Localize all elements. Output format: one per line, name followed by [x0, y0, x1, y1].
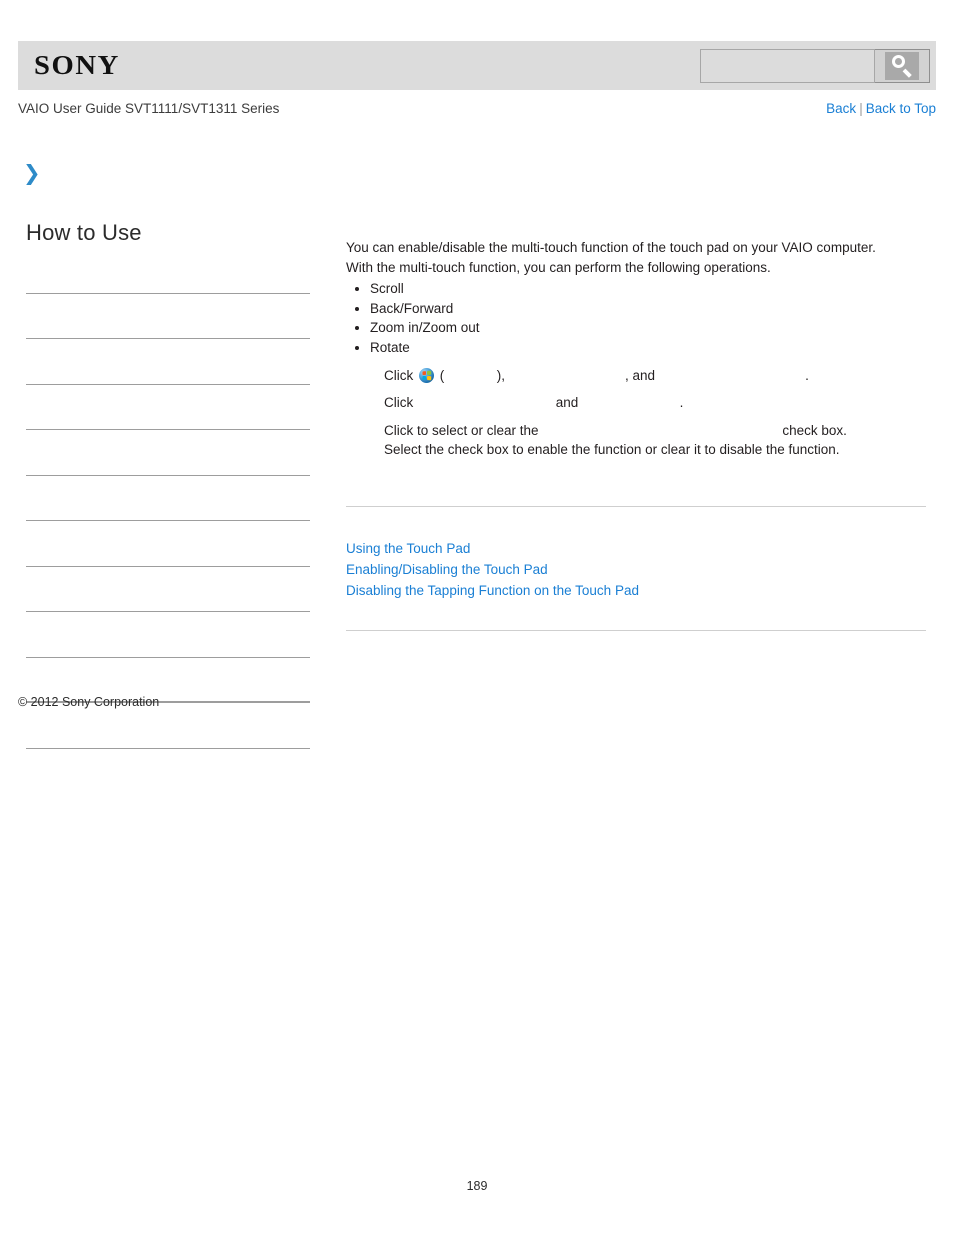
sidebar-item[interactable] — [26, 612, 310, 658]
sony-logo: SONY — [34, 50, 120, 80]
copyright-notice: © 2012 Sony Corporation — [18, 695, 160, 709]
instruction-step-1: Click ( ), , and . — [384, 366, 926, 386]
sidebar-item[interactable] — [26, 567, 310, 612]
list-item: Zoom in/Zoom out — [370, 318, 926, 338]
search-button[interactable] — [875, 49, 930, 83]
sidebar-item[interactable] — [26, 521, 310, 567]
related-links-list: Using the Touch Pad Enabling/Disabling t… — [346, 538, 926, 601]
instruction-step-2: Click and . — [384, 395, 684, 411]
back-to-top-link[interactable]: Back to Top — [866, 101, 936, 116]
main-content: You can enable/disable the multi-touch f… — [346, 238, 926, 631]
sidebar-item[interactable] — [26, 385, 310, 430]
sidebar-item[interactable] — [26, 430, 310, 476]
search-area — [700, 49, 930, 83]
intro-paragraph-line-2: With the multi-touch function, you can p… — [346, 259, 771, 275]
search-input[interactable] — [700, 49, 875, 83]
sidebar-item[interactable] — [26, 703, 310, 749]
related-link-item: Disabling the Tapping Function on the To… — [346, 580, 926, 601]
sidebar-nav-list — [26, 248, 310, 749]
sidebar-item[interactable] — [26, 339, 310, 385]
list-item: Rotate — [370, 338, 926, 358]
related-link[interactable]: Using the Touch Pad — [346, 541, 470, 556]
step-3-line-2: Select the check box to enable the funct… — [384, 442, 840, 458]
instruction-step-3: Click to select or clear the check box. S… — [384, 421, 926, 460]
related-link-item: Using the Touch Pad — [346, 538, 926, 559]
intro-paragraph-line-1: You can enable/disable the multi-touch f… — [346, 240, 876, 255]
list-item: Back/Forward — [370, 299, 926, 319]
nav-separator: | — [859, 101, 863, 116]
content-divider-top — [346, 505, 926, 507]
operations-list: Scroll Back/Forward Zoom in/Zoom out Rot… — [346, 279, 926, 358]
list-item: Scroll — [370, 279, 926, 299]
double-chevron-right-icon[interactable]: ❯ — [23, 163, 41, 184]
related-link[interactable]: Enabling/Disabling the Touch Pad — [346, 562, 548, 577]
step-1-remainder: ( ), , and . — [436, 367, 809, 383]
sidebar-item[interactable] — [26, 294, 310, 339]
sidebar-heading: How to Use — [26, 220, 142, 245]
header-band: SONY — [18, 41, 936, 90]
related-link[interactable]: Disabling the Tapping Function on the To… — [346, 583, 639, 598]
search-icon — [885, 52, 919, 80]
page-number: 189 — [466, 1179, 488, 1193]
instruction-steps: Click ( ), , and . Click and . Click to … — [346, 366, 926, 460]
step-3-line-1: Click to select or clear the check box. — [384, 422, 847, 438]
back-link[interactable]: Back — [826, 101, 856, 116]
page-title: VAIO User Guide SVT1111/SVT1311 Series — [18, 101, 280, 116]
header-nav-links: Back | Back to Top — [826, 101, 936, 116]
windows-start-orb-icon — [419, 367, 434, 383]
title-row: VAIO User Guide SVT1111/SVT1311 Series B… — [18, 101, 936, 121]
related-link-item: Enabling/Disabling the Touch Pad — [346, 559, 926, 580]
sidebar-item[interactable] — [26, 476, 310, 521]
content-divider-bottom — [346, 629, 926, 631]
step-1-prefix: Click — [384, 367, 417, 383]
sidebar-item[interactable] — [26, 248, 310, 294]
